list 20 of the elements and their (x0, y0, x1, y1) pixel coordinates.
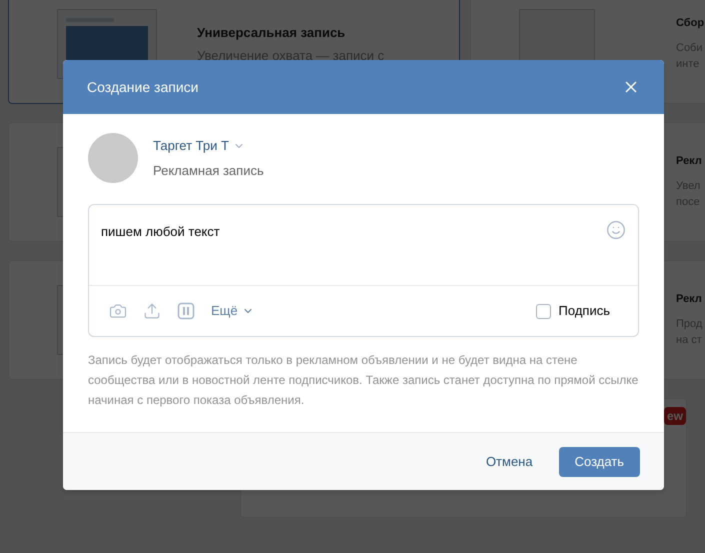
new-badge: ew (664, 407, 686, 425)
dialog-title: Создание записи (87, 78, 198, 97)
author-subtitle: Рекламная запись (153, 162, 264, 180)
avatar (88, 133, 138, 183)
more-button[interactable]: Ещё (211, 301, 254, 321)
post-note: Запись будет отображаться только в рекламном объявлении и не будет видна на стене сообщества или в новостной ленте подписчиков. Также запись станет доступна по прямой ссылке начиная с первого показа объявления. (88, 352, 639, 409)
upload-icon[interactable] (143, 302, 161, 320)
template-title: Рекл (676, 154, 703, 170)
post-text-field[interactable]: пишем любой текст (101, 222, 606, 282)
template-title: Универсальная запись (197, 24, 346, 42)
signature-label: Подпись (558, 302, 610, 320)
cancel-button[interactable]: Отмена (486, 452, 533, 472)
template-title: Сбор (676, 16, 705, 32)
emoji-icon[interactable] (606, 220, 626, 240)
camera-icon[interactable] (109, 302, 127, 320)
pause-icon[interactable] (177, 302, 195, 320)
template-title: Рекл (676, 292, 703, 308)
signature-checkbox[interactable] (536, 304, 551, 318)
create-button[interactable]: Создать (558, 446, 640, 476)
author-selector[interactable]: Таргет Три Т (153, 136, 264, 156)
